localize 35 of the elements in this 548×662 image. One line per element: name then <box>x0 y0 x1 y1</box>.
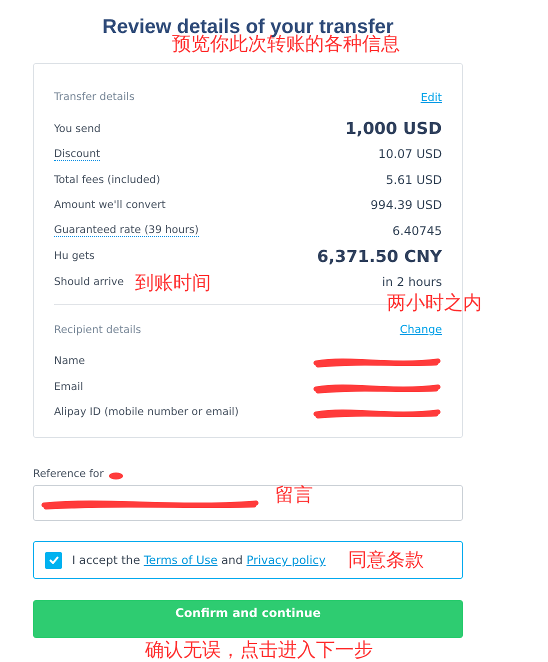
detail-label: Total fees (included) <box>54 174 160 186</box>
annotation-note: 确认无误，点击进入下一步 <box>145 640 373 661</box>
detail-label: Guaranteed rate (39 hours) <box>54 224 199 238</box>
detail-label: Hu gets <box>54 250 95 262</box>
field-label: Reference for <box>33 468 104 480</box>
detail-label: Amount we'll convert <box>54 199 166 212</box>
redaction-scribble <box>108 472 124 480</box>
reference-field[interactable] <box>33 485 463 521</box>
section-heading: Transfer details <box>54 91 135 103</box>
detail-value: 6.40745 <box>392 224 442 238</box>
edit-link[interactable]: Edit <box>420 90 442 104</box>
checkbox[interactable] <box>45 552 62 568</box>
change-link[interactable]: Change <box>400 323 442 336</box>
confirm-button[interactable]: Confirm and continue <box>33 600 463 638</box>
detail-label: Alipay ID (mobile number or email) <box>54 406 239 418</box>
detail-label: You send <box>54 122 101 135</box>
detail-value: in 2 hours <box>382 274 442 289</box>
detail-label: Name <box>54 355 85 368</box>
detail-value: 10.07 USD <box>378 147 442 162</box>
section-heading: Recipient details <box>54 324 142 336</box>
annotation-note: 留言 <box>275 485 313 506</box>
annotation-note: 同意条款 <box>348 550 424 571</box>
terms-link[interactable]: Terms of Use <box>144 553 218 567</box>
detail-value: 6,371.50 CNY <box>316 246 442 266</box>
detail-value: 5.61 USD <box>386 172 442 187</box>
detail-label: Should arrive <box>54 276 124 288</box>
detail-label: Email <box>54 380 84 393</box>
annotation-note: 到账时间 <box>135 273 211 294</box>
annotation-note: 两小时之内 <box>387 293 482 314</box>
privacy-link[interactable]: Privacy policy <box>246 553 326 567</box>
detail-value: 1,000 USD <box>345 119 442 138</box>
detail-label: Discount <box>54 148 100 161</box>
detail-value: 994.39 USD <box>370 198 442 212</box>
check-icon <box>48 556 58 564</box>
terms-text: I accept the Terms of Use and Privacy policy <box>72 553 326 567</box>
